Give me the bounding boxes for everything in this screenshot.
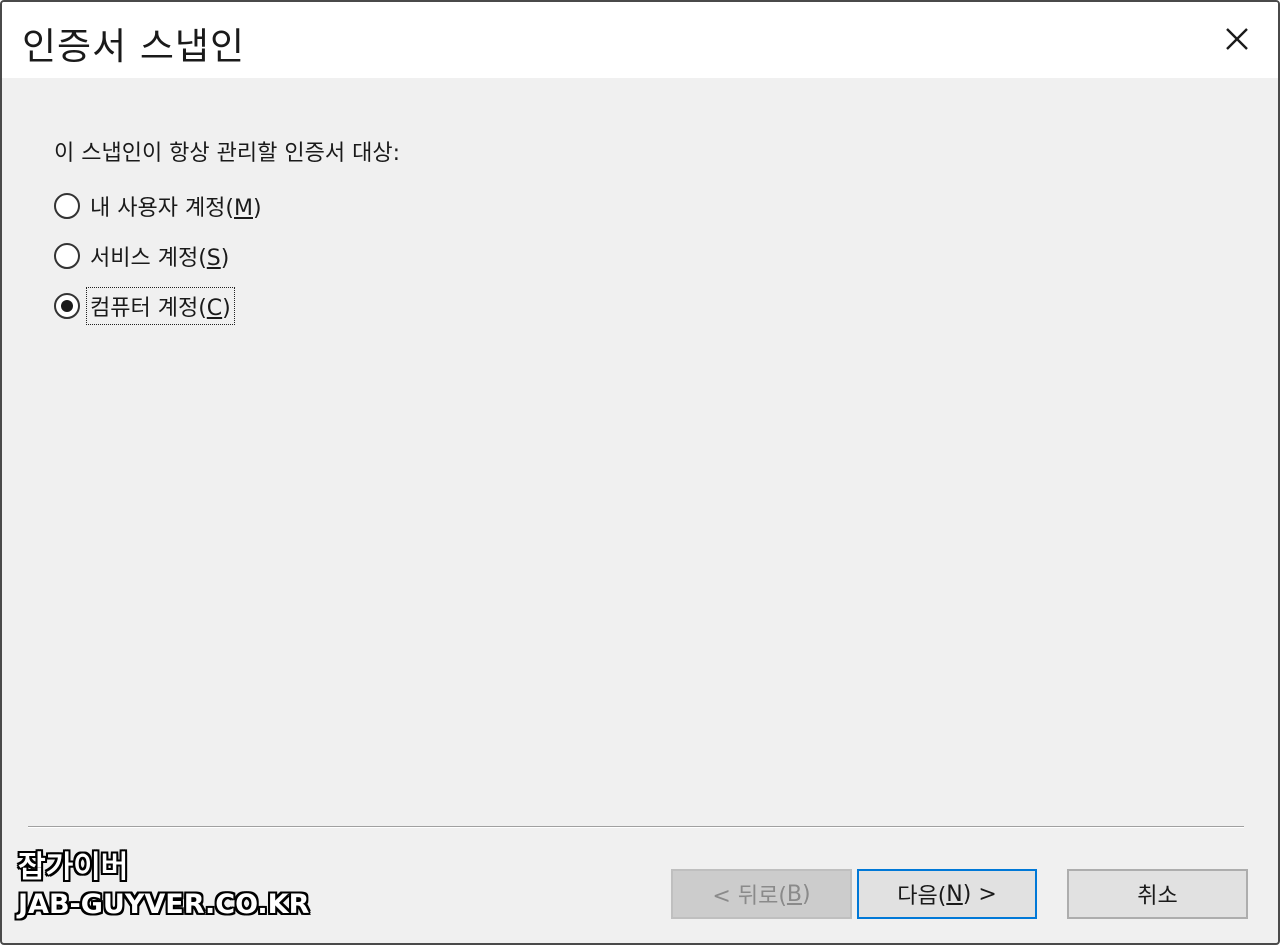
close-button[interactable]: [1220, 22, 1254, 56]
radio-service-account[interactable]: 서비스 계정(S): [54, 239, 231, 273]
dialog-title: 인증서 스냅인: [22, 25, 246, 68]
footer-separator: [28, 826, 1244, 828]
close-icon: [1226, 28, 1248, 50]
radio-label-service-account: 서비스 계정(S): [90, 246, 230, 271]
target-prompt: 이 스냅인이 항상 관리할 인증서 대상:: [54, 141, 400, 166]
radio-button-my-user-account[interactable]: [54, 193, 80, 219]
radio-button-service-account[interactable]: [54, 243, 80, 269]
cancel-button[interactable]: 취소: [1067, 869, 1248, 919]
next-button[interactable]: 다음(N) >: [857, 869, 1037, 919]
radio-button-computer-account[interactable]: [54, 293, 80, 319]
watermark-korean: 잡가이버: [18, 850, 129, 885]
watermark: 잡가이버 JAB-GUYVER.CO.KR: [18, 848, 309, 922]
radio-computer-account[interactable]: 컴퓨터 계정(C): [54, 287, 235, 325]
watermark-domain: JAB-GUYVER.CO.KR: [18, 889, 310, 920]
radio-label-my-user-account: 내 사용자 계정(M): [90, 196, 262, 221]
back-button[interactable]: < 뒤로(B): [671, 869, 852, 919]
certificate-snapin-dialog: 인증서 스냅인 이 스냅인이 항상 관리할 인증서 대상: 내 사용자 계정(M…: [0, 0, 1280, 945]
radio-label-computer-account: 컴퓨터 계정(C): [86, 287, 235, 325]
title-bar: 인증서 스냅인: [2, 2, 1278, 78]
radio-my-user-account[interactable]: 내 사용자 계정(M): [54, 189, 264, 223]
